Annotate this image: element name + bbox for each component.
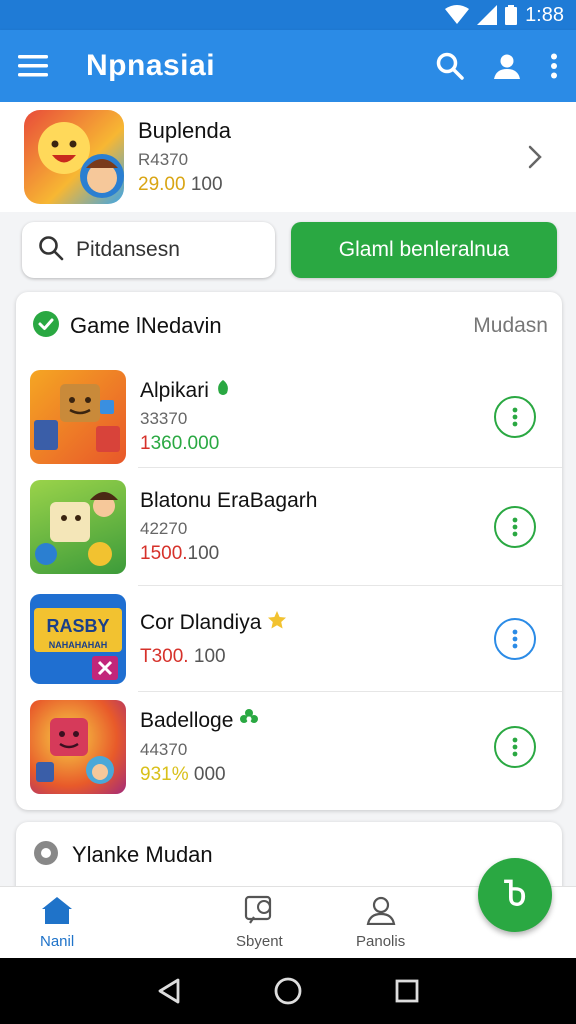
chevron-right-icon[interactable] [528,145,542,169]
back-icon[interactable] [156,977,182,1005]
primary-action-button[interactable]: Glaml benleralnua [291,222,557,278]
game-price: T300. 100 [140,646,287,668]
game-list-more-link[interactable]: Mudasn [473,314,548,338]
more-options-button[interactable] [494,726,536,768]
status-time: 1:88 [525,3,564,26]
game-name: Blatonu EraBagarh [140,489,318,512]
game-list-title: Game lNedavin [70,313,222,338]
chat-icon [242,895,276,929]
featured-app-name: Buplenda [138,118,231,143]
list-item[interactable]: Badelloge 44370 931% 000 [16,692,562,802]
search-icon[interactable] [436,52,464,80]
featured-app-price: 29.00 100 [138,174,528,196]
signal-icon [477,5,498,25]
search-input[interactable] [76,238,256,262]
featured-app-sub: R4370 [138,150,189,169]
list-item[interactable]: Alpikari 33370 1360.000 [16,360,562,474]
nav-panolis[interactable]: Panolis [356,895,405,950]
menu-icon[interactable] [18,54,48,78]
game-name: Badelloge [140,709,234,732]
nav-home-label: Nanil [40,933,75,950]
check-circle-icon [32,310,60,343]
system-nav-bar [0,958,576,1024]
game-price-b: 000 [193,764,226,785]
list-item[interactable]: Blatonu EraBagarh 42270 1500.100 [16,468,562,586]
game-name: Cor Dlandiya [140,611,262,634]
section2-title: Ylanke Mudan [72,842,213,867]
game-price-b: 100 [193,646,226,667]
radio-icon [32,839,60,872]
clover-icon [239,708,259,734]
wifi-icon [445,5,470,25]
game-icon [30,480,126,574]
game-list-card: Game lNedavin Mudasn Alpikari 33370 1360… [16,292,562,810]
recents-icon[interactable] [394,978,420,1004]
featured-price-a: 29.00 [138,174,186,195]
account-icon[interactable] [492,52,522,80]
game-price-b: 360.000 [150,433,220,454]
more-options-button[interactable] [494,396,536,438]
home-button-icon[interactable] [273,976,303,1006]
game-icon [30,370,126,464]
leaf-icon [215,379,231,403]
game-price-a: 931% [140,764,189,785]
svg-text:RASBY: RASBY [46,616,109,636]
game-sub: 44370 [140,740,188,759]
game-sub: 33370 [140,409,188,428]
star-icon [267,610,287,636]
floating-action-button[interactable]: Ⴆ [478,858,552,932]
profile-icon [364,895,398,929]
search-row: Glaml benleralnua [22,222,558,280]
search-field-icon [38,235,64,266]
nav-sbyent[interactable]: Sbyent [236,895,283,950]
game-price: 931% 000 [140,764,259,786]
featured-app[interactable]: Buplenda R4370 29.00 100 [0,102,576,212]
game-list-header: Game lNedavin Mudasn [16,292,562,360]
game-price-a: 1500. [140,543,188,564]
game-icon [30,700,126,794]
more-options-button[interactable] [494,618,536,660]
more-vert-icon[interactable] [550,53,558,79]
game-price-b: 100 [187,543,220,564]
more-options-button[interactable] [494,506,536,548]
featured-price-b: 100 [190,174,223,195]
search-box[interactable] [22,222,275,278]
app-bar: Npnasiai [0,30,576,102]
game-name: Alpikari [140,379,209,402]
home-icon [40,895,74,929]
svg-text:NAHAHAHAH: NAHAHAHAH [49,640,108,650]
featured-app-icon [24,110,124,204]
nav-panolis-label: Panolis [356,933,406,950]
status-bar: 1:88 [0,0,576,30]
app-title: Npnasiai [86,49,216,82]
game-price-a: 1 [140,433,151,454]
list-item[interactable]: RASBY NAHAHAHAH Cor Dlandiya T300. 100 [16,586,562,692]
nav-sbyent-label: Sbyent [236,933,283,950]
game-price: 1500.100 [140,543,317,565]
game-price: 1360.000 [140,433,231,455]
battery-icon [505,5,518,25]
game-icon: RASBY NAHAHAHAH [30,594,126,684]
game-sub: 42270 [140,519,188,538]
game-price-a: T300. [140,646,189,667]
nav-home[interactable]: Nanil [40,895,74,950]
